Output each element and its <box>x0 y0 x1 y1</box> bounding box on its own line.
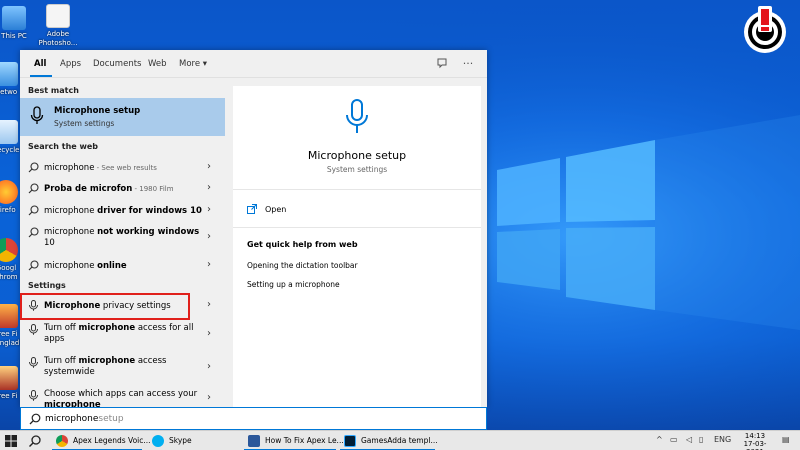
web-result-item[interactable]: Proba de microfon - 1980 Film › <box>20 179 225 199</box>
language-indicator[interactable]: ENG <box>714 435 731 444</box>
taskbar-search-icon[interactable] <box>28 434 42 448</box>
search-input[interactable]: microphonesetup <box>20 407 487 430</box>
search-panel: All Apps Documents Web More ▾ ··· Best m… <box>20 50 487 407</box>
settings-result-item[interactable]: Turn off microphone access for all apps … <box>20 320 225 350</box>
network-icon <box>0 62 18 86</box>
chrome-icon <box>0 238 18 262</box>
search-query: microphonesetup <box>45 414 124 424</box>
tab-web[interactable]: Web <box>148 59 167 69</box>
best-match-header: Best match <box>28 86 79 95</box>
open-button[interactable]: Open <box>265 205 286 214</box>
best-match-subtitle: System settings <box>54 119 115 128</box>
search-tabs: All Apps Documents Web More ▾ ··· <box>20 50 487 78</box>
windows-start-icon[interactable] <box>5 435 17 447</box>
chevron-right-icon: › <box>207 361 211 372</box>
microphone-icon <box>28 357 39 368</box>
network-tray-icon[interactable]: ▭ <box>670 435 678 444</box>
chevron-right-icon: › <box>207 328 211 339</box>
chevron-right-icon: › <box>207 231 211 242</box>
this-pc-icon <box>2 6 26 30</box>
chrome-icon <box>56 435 68 447</box>
web-result-item[interactable]: microphone driver for windows 10 › <box>20 201 225 221</box>
tray-chevron-up-icon[interactable]: ^ <box>656 435 663 444</box>
desktop-icon-adobe[interactable]: Adobe Photosho... <box>38 4 78 48</box>
quick-link-setup[interactable]: Setting up a microphone <box>247 280 340 289</box>
notification-icon[interactable]: ▤ <box>782 435 790 444</box>
skype-icon <box>152 435 164 447</box>
best-match-item[interactable]: Microphone setup System settings <box>20 98 225 136</box>
desktop-icon-this-pc[interactable]: This PC <box>0 6 34 41</box>
firefox-icon <box>0 180 18 204</box>
divider <box>233 189 481 190</box>
divider <box>233 227 481 228</box>
feedback-icon[interactable] <box>435 57 449 71</box>
battery-icon[interactable]: ▯ <box>699 435 703 444</box>
microphone-icon <box>28 390 39 401</box>
chevron-right-icon: › <box>207 392 211 403</box>
brand-logo <box>740 4 790 56</box>
web-header: Search the web <box>28 142 99 151</box>
preview-pane: Microphone setup System settings Open Ge… <box>233 86 481 407</box>
open-icon <box>247 204 257 214</box>
tab-documents[interactable]: Documents <box>93 59 141 69</box>
preview-subtitle: System settings <box>326 165 388 174</box>
recycle-bin-icon <box>0 120 18 144</box>
tab-all[interactable]: All <box>34 59 46 69</box>
web-result-item[interactable]: microphone not working windows 10 › <box>20 223 225 253</box>
microphone-icon <box>30 106 44 124</box>
web-result-item[interactable]: microphone - See web results › <box>20 158 225 178</box>
taskbar-app-skype[interactable]: Skype <box>148 431 238 450</box>
search-icon <box>28 205 39 216</box>
taskbar-app-chrome[interactable]: Apex Legends Voic... <box>52 431 151 450</box>
settings-result-item[interactable]: Turn off microphone access systemwide › <box>20 353 225 383</box>
photoshop-icon <box>344 435 356 447</box>
search-icon <box>28 227 39 238</box>
preview-title: Microphone setup <box>307 149 407 162</box>
search-suggestion: setup <box>98 414 124 424</box>
chevron-right-icon: › <box>207 259 211 270</box>
active-tab-indicator <box>30 75 52 77</box>
taskbar: Apex Legends Voic... Skype How To Fix Ap… <box>0 430 800 450</box>
quick-help-header: Get quick help from web <box>247 240 358 249</box>
search-icon <box>28 260 39 271</box>
volume-icon[interactable]: ◁ <box>686 435 692 444</box>
best-match-title: Microphone setup <box>54 106 141 116</box>
settings-result-item[interactable]: Choose which apps can access your microp… <box>20 387 225 407</box>
search-icon <box>28 162 39 173</box>
results-list: Best match Microphone setup System setti… <box>20 78 225 407</box>
tab-apps[interactable]: Apps <box>60 59 81 69</box>
free-fire-icon <box>0 366 18 390</box>
chevron-right-icon: › <box>207 299 211 310</box>
microphone-icon <box>346 99 368 133</box>
web-result-item[interactable]: microphone online › <box>20 256 225 276</box>
chevron-right-icon: › <box>207 204 211 215</box>
chevron-right-icon: › <box>207 182 211 193</box>
free-fire-icon <box>0 304 18 328</box>
chevron-right-icon: › <box>207 161 211 172</box>
system-clock[interactable]: 14:13 17-03-2021 <box>735 432 775 450</box>
settings-header: Settings <box>28 281 66 290</box>
microphone-icon <box>28 324 39 335</box>
annotation-highlight-box <box>20 293 190 320</box>
word-icon <box>248 435 260 447</box>
quick-link-dictation[interactable]: Opening the dictation toolbar <box>247 261 358 270</box>
taskbar-app-photoshop[interactable]: GamesAdda templ... <box>340 431 438 450</box>
search-icon <box>28 183 39 194</box>
more-options-icon[interactable]: ··· <box>461 57 475 71</box>
taskbar-app-word[interactable]: How To Fix Apex Le... <box>244 431 344 450</box>
search-icon <box>29 413 41 425</box>
adobe-icon <box>46 4 70 28</box>
tab-more[interactable]: More ▾ <box>179 59 207 69</box>
